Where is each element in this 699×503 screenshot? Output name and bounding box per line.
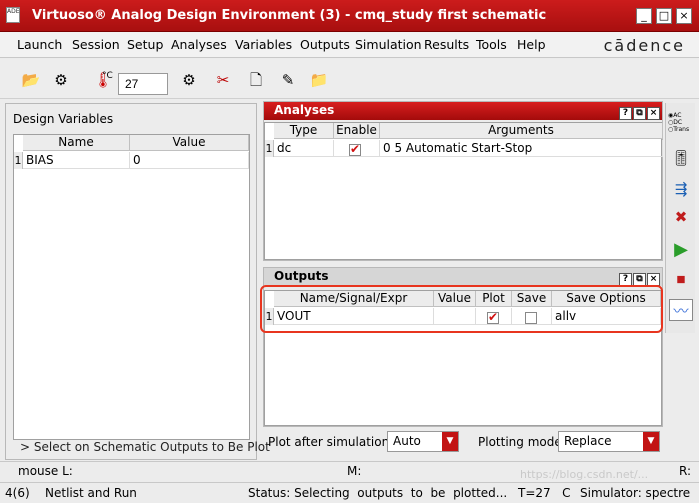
netlist-icon[interactable]: ⇶ [669, 178, 693, 200]
menu-help[interactable]: Help [517, 37, 546, 52]
help-icon[interactable]: ? [619, 107, 632, 120]
design-variables-label: Design Variables [13, 112, 114, 126]
status-temperature: T=27 C [518, 486, 571, 500]
analyses-title: Analyses ? ⧉ × [264, 102, 662, 120]
menu-variables[interactable]: Variables [235, 37, 292, 52]
menu-simulation[interactable]: Simulation [355, 37, 422, 52]
run-icon[interactable]: ▶ [669, 239, 693, 261]
column-name[interactable]: Name [23, 135, 130, 151]
mouse-right: R: [679, 464, 692, 478]
select-outputs-hint: > Select on Schematic Outputs to Be Plot [20, 440, 270, 454]
plot-waveform-icon[interactable]: 〰 [669, 299, 693, 321]
menu-tools[interactable]: Tools [476, 37, 507, 52]
cadence-logo: cādence [603, 36, 685, 55]
toolbar: 📂 ⚙ 🌡 °C ⚙ ✂ 🗋 ✎ 📁 [0, 59, 699, 99]
status-simulator: Simulator: spectre [580, 486, 691, 500]
analysis-radio-group[interactable]: ◉AC ○DC ○Trans [668, 112, 689, 133]
radio-ac[interactable]: ◉AC [668, 112, 689, 119]
status-message: Status: Selecting outputs to be plotted.… [248, 486, 508, 500]
mouse-middle: M: [347, 464, 362, 478]
variable-value[interactable]: 0 [130, 152, 249, 169]
outputs-title: Outputs ? ⧉ × [264, 268, 662, 286]
radio-trans[interactable]: ○Trans [668, 126, 689, 133]
document-icon[interactable]: 🗋 [245, 70, 267, 90]
design-variables-table: Name Value 1 BIAS 0 [13, 134, 250, 440]
menu-bar: Launch Session Setup Analyses Variables … [0, 32, 699, 58]
folder-icon[interactable]: 📁 [308, 70, 330, 90]
status-action: Netlist and Run [45, 486, 137, 500]
radio-dc[interactable]: ○DC [668, 119, 689, 126]
plot-after-dropdown[interactable]: Auto ▼ [387, 431, 459, 452]
close-icon[interactable]: × [647, 107, 660, 120]
outputs-highlight-annotation [260, 285, 663, 333]
row-number: 1 [265, 140, 274, 157]
chevron-down-icon: ▼ [643, 432, 659, 451]
plot-after-label: Plot after simulation: [268, 435, 394, 449]
menu-session[interactable]: Session [72, 37, 120, 52]
plotting-mode-dropdown[interactable]: Replace ▼ [558, 431, 660, 452]
column-enable[interactable]: Enable [334, 123, 380, 139]
analysis-type[interactable]: dc [274, 140, 334, 157]
menu-setup[interactable]: Setup [127, 37, 163, 52]
row-number: 1 [14, 152, 23, 169]
settings-icon[interactable]: ⚙ [178, 70, 200, 90]
close-button[interactable]: × [676, 8, 692, 24]
window-title: Virtuoso® Analog Design Environment (3) … [32, 8, 547, 23]
scissors-icon[interactable]: ✂ [212, 70, 234, 90]
plotting-mode-label: Plotting mode: [478, 435, 566, 449]
temperature-unit: °C [102, 71, 113, 81]
analysis-enable-checkbox[interactable] [349, 142, 361, 156]
delete-icon[interactable]: ✖ [669, 206, 693, 228]
float-icon[interactable]: ⧉ [633, 107, 646, 120]
watermark: https://blog.csdn.net/... [520, 468, 649, 481]
tuning-icon[interactable]: 🎚 [669, 147, 693, 169]
analysis-arguments[interactable]: 0 5 Automatic Start-Stop [380, 140, 663, 157]
edit-icon[interactable]: ✎ [277, 70, 299, 90]
app-icon[interactable]: ADE [6, 7, 20, 23]
side-toolbar: ◉AC ○DC ○Trans 🎚 ⇶ ✖ ▶ ⏹ 〰 [665, 103, 695, 333]
column-type[interactable]: Type [274, 123, 334, 139]
variable-name[interactable]: BIAS [23, 152, 130, 169]
column-arguments[interactable]: Arguments [380, 123, 663, 139]
gears-icon[interactable]: ⚙ [50, 70, 72, 90]
menu-outputs[interactable]: Outputs [300, 37, 350, 52]
status-counter: 4(6) [5, 486, 30, 500]
menu-launch[interactable]: Launch [17, 37, 62, 52]
column-value[interactable]: Value [130, 135, 249, 151]
stop-icon[interactable]: ⏹ [669, 269, 693, 291]
open-icon[interactable]: 📂 [20, 70, 42, 90]
analyses-dock: Analyses ? ⧉ × Type Enable Arguments 1 dc … [263, 101, 663, 261]
mouse-left: mouse L: [18, 464, 73, 478]
design-variables-panel: Design Variables Name Value 1 BIAS 0 [5, 103, 257, 460]
status-bar: 4(6) Netlist and Run Status: Selecting o… [0, 482, 699, 503]
chevron-down-icon: ▼ [442, 432, 458, 451]
title-bar: ADE Virtuoso® Analog Design Environment … [0, 0, 699, 32]
temperature-input[interactable] [118, 73, 168, 95]
maximize-button[interactable]: □ [656, 8, 672, 24]
analyses-table: Type Enable Arguments 1 dc 0 5 Automatic… [264, 122, 663, 260]
menu-results[interactable]: Results [424, 37, 469, 52]
minimize-button[interactable]: _ [636, 8, 652, 24]
menu-analyses[interactable]: Analyses [171, 37, 227, 52]
